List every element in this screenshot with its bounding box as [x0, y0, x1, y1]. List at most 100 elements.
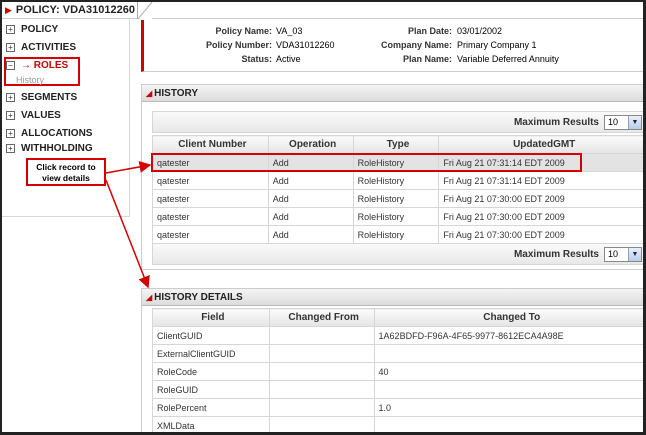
- callout-note: Click record to view details: [26, 158, 106, 186]
- table-cell: RoleHistory: [352, 225, 440, 244]
- chevron-down-icon[interactable]: ▼: [628, 115, 641, 129]
- table-cell: RoleHistory: [352, 153, 440, 172]
- column-header[interactable]: Client Number: [152, 135, 269, 154]
- history-table: Client Number Operation Type UpdatedGMT …: [152, 135, 643, 244]
- policy-tab[interactable]: ▶ POLICY: VDA31012260: [2, 2, 138, 19]
- nav-item-policy[interactable]: + POLICY: [6, 22, 58, 36]
- expand-icon[interactable]: +: [6, 92, 15, 102]
- nav-subitem-history[interactable]: History: [16, 75, 44, 85]
- table-cell: qatester: [152, 225, 269, 244]
- column-header[interactable]: Operation: [267, 135, 354, 154]
- table-cell: RoleCode: [152, 362, 270, 381]
- policy-number-row: Policy Number:: [206, 40, 272, 50]
- table-cell: Add: [267, 153, 354, 172]
- table-cell: qatester: [152, 153, 269, 172]
- table-cell: [268, 380, 375, 399]
- chevron-down-icon[interactable]: ▼: [628, 247, 641, 261]
- max-results-select[interactable]: 10 ▼: [604, 114, 642, 130]
- table-cell: RoleGUID: [152, 380, 270, 399]
- nav-item-values[interactable]: + VALUES: [6, 108, 61, 122]
- table-cell: Fri Aug 21 07:30:00 EDT 2009: [438, 207, 643, 226]
- table-cell: qatester: [152, 171, 269, 190]
- nav-item-allocations[interactable]: + ALLOCATIONS: [6, 126, 92, 140]
- table-cell: 40: [373, 362, 643, 381]
- policy-title: POLICY: VDA31012260: [15, 4, 135, 16]
- expand-icon[interactable]: +: [6, 143, 15, 153]
- table-row: ExternalClientGUID: [152, 344, 643, 363]
- table-cell: Add: [267, 225, 354, 244]
- field-label: Plan Date:: [407, 26, 452, 36]
- field-label: Policy Name:: [215, 26, 272, 36]
- max-results-label: Maximum Results: [513, 116, 599, 128]
- table-row[interactable]: qatester Add RoleHistory Fri Aug 21 07:3…: [152, 189, 643, 208]
- policy-number-value: VDA31012260: [276, 40, 335, 50]
- table-cell: RolePercent: [152, 398, 270, 417]
- plan-name-value: Variable Deferred Annuity: [457, 54, 559, 64]
- table-cell: [268, 326, 375, 345]
- table-cell: RoleHistory: [352, 189, 440, 208]
- table-cell: Add: [267, 189, 354, 208]
- history-details-panel: ◢ HISTORY DETAILS Field Changed From Cha…: [141, 288, 643, 432]
- field-label: Status:: [241, 54, 272, 64]
- expand-icon[interactable]: +: [6, 24, 15, 34]
- history-panel: ◢ HISTORY Maximum Results 10 ▼ Client Nu…: [141, 84, 643, 270]
- expand-icon[interactable]: +: [6, 128, 15, 138]
- plan-date-value: 03/01/2002: [457, 26, 503, 36]
- policy-info-panel: Policy Name: VA_03 Policy Number: VDA310…: [141, 20, 643, 72]
- table-cell: 1.0: [373, 398, 643, 417]
- collapse-icon[interactable]: −: [6, 60, 15, 70]
- expand-icon[interactable]: +: [6, 110, 15, 120]
- nav-item-label: ALLOCATIONS: [21, 127, 93, 139]
- status-row: Status:: [241, 54, 272, 64]
- history-header: ◢ HISTORY: [142, 85, 643, 102]
- table-cell: ClientGUID: [152, 326, 270, 345]
- nav-item-label: WITHHOLDING: [21, 142, 93, 154]
- select-value: 10: [608, 249, 619, 259]
- table-row[interactable]: qatester Add RoleHistory Fri Aug 21 07:3…: [152, 153, 643, 172]
- column-header[interactable]: UpdatedGMT: [438, 135, 643, 154]
- table-cell: Fri Aug 21 07:30:00 EDT 2009: [438, 189, 643, 208]
- field-label: Plan Name:: [402, 54, 452, 64]
- max-results-select[interactable]: 10 ▼: [604, 246, 642, 262]
- nav-item-activities[interactable]: + ACTIVITIES: [6, 40, 76, 54]
- company-name-value: Primary Company 1: [457, 40, 537, 50]
- history-details-header: ◢ HISTORY DETAILS: [142, 289, 643, 306]
- column-header: Field: [152, 308, 270, 327]
- history-details-table: Field Changed From Changed To ClientGUID…: [152, 308, 643, 432]
- nav-item-withholding[interactable]: + WITHHOLDING: [6, 141, 93, 155]
- table-cell: [373, 416, 643, 432]
- nav-item-roles[interactable]: − → ROLES: [6, 58, 68, 72]
- table-cell: Add: [267, 171, 354, 190]
- table-row[interactable]: qatester Add RoleHistory Fri Aug 21 07:3…: [152, 225, 643, 244]
- table-cell: qatester: [152, 189, 269, 208]
- table-row[interactable]: qatester Add RoleHistory Fri Aug 21 07:3…: [152, 207, 643, 226]
- red-triangle-icon: ▶: [5, 4, 12, 15]
- tab-slant-divider: [138, 2, 153, 19]
- table-cell: qatester: [152, 207, 269, 226]
- table-cell: [268, 416, 375, 432]
- nav-item-label: SEGMENTS: [21, 91, 78, 103]
- top-divider: [152, 18, 643, 19]
- field-label: Company Name:: [380, 40, 452, 50]
- table-cell: Fri Aug 21 07:31:14 EDT 2009: [438, 153, 643, 172]
- expand-icon[interactable]: +: [6, 42, 15, 52]
- column-header[interactable]: Type: [352, 135, 440, 154]
- table-cell: [268, 398, 375, 417]
- table-cell: [373, 344, 643, 363]
- table-row: RoleCode 40: [152, 362, 643, 381]
- table-row: RolePercent 1.0: [152, 398, 643, 417]
- table-row[interactable]: qatester Add RoleHistory Fri Aug 21 07:3…: [152, 171, 643, 190]
- company-name-row: Company Name:: [381, 40, 452, 50]
- table-row: XMLData: [152, 416, 643, 432]
- screenshot-frame: ▶ POLICY: VDA31012260 + POLICY + ACTIVIT…: [0, 0, 646, 435]
- table-cell: XMLData: [152, 416, 270, 432]
- table-cell: 1A62BDFD-F96A-4F65-9977-8612ECA4A98E: [373, 326, 643, 345]
- plan-date-row: Plan Date:: [408, 26, 452, 36]
- table-cell: RoleHistory: [352, 171, 440, 190]
- max-results-bar-top: Maximum Results 10 ▼: [152, 111, 643, 133]
- table-cell: RoleHistory: [352, 207, 440, 226]
- nav-item-segments[interactable]: + SEGMENTS: [6, 90, 77, 104]
- nav-item-label: → ROLES: [21, 59, 69, 71]
- section-title: HISTORY DETAILS: [154, 291, 243, 303]
- column-header: Changed To: [373, 308, 643, 327]
